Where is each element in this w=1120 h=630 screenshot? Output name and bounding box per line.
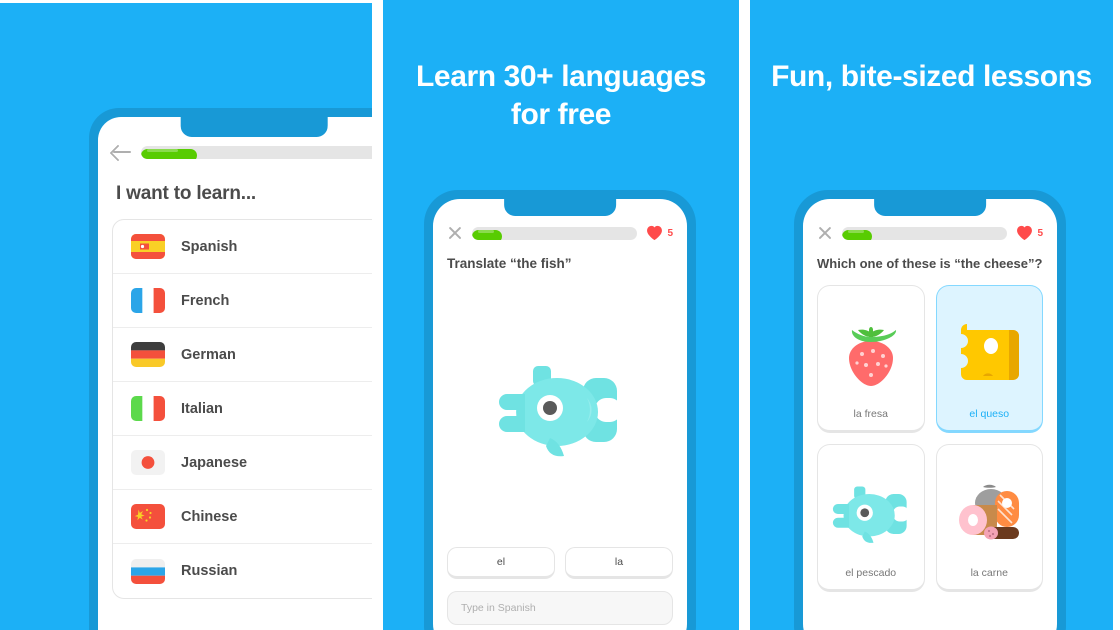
phone-screen-3: 5 Which one of these is “the cheese”? la… <box>803 199 1057 630</box>
screenshot-panel-multiple-choice: Fun, bite-sized lessons 5 Which one of t… <box>750 0 1113 630</box>
close-x-icon[interactable] <box>817 225 833 241</box>
heart-icon <box>1017 225 1033 241</box>
fish-illustration <box>829 461 913 567</box>
page-title: I want to learn... <box>116 183 256 204</box>
progress-bar-fill <box>141 148 198 159</box>
top-edge-rule <box>0 0 372 3</box>
phone-notch <box>493 199 627 216</box>
phone-notch <box>169 117 338 137</box>
meat-illustration <box>951 461 1027 567</box>
answer-option-card[interactable]: el pescado <box>817 443 925 592</box>
flag-germany-icon <box>131 342 165 367</box>
progress-bar <box>472 226 638 240</box>
hearts-indicator: 5 <box>1016 225 1043 241</box>
answer-option-card[interactable]: la carne <box>935 443 1043 592</box>
fish-illustration <box>499 366 621 457</box>
cheese-illustration <box>953 302 1025 408</box>
screenshot-panel-translate: Learn 30+ languages for free 5 Translate… <box>383 0 739 630</box>
word-bank: el la <box>433 547 687 579</box>
language-name: Italian <box>181 400 223 417</box>
phone-screen-2: 5 Translate “the fish” el la Type in Spa… <box>433 199 687 630</box>
language-name: German <box>181 346 236 363</box>
exercise-prompt: Which one of these is “the cheese”? <box>817 256 1043 271</box>
answer-input[interactable]: Type in Spanish <box>447 591 673 625</box>
phone-frame-1: I want to learn... Spanish French German It… <box>89 108 372 630</box>
language-list: Spanish French German Italian Japanese Chines… <box>112 219 372 599</box>
progress-bar-fill <box>472 229 502 240</box>
close-x-icon[interactable] <box>447 225 463 241</box>
language-list-item[interactable]: French <box>113 274 372 328</box>
phone-frame-3: 5 Which one of these is “the cheese”? la… <box>794 190 1066 630</box>
language-name: Japanese <box>181 454 248 471</box>
bottom-spacer <box>433 625 687 630</box>
hearts-count: 5 <box>667 227 673 239</box>
language-list-item[interactable]: Russian <box>113 544 372 598</box>
language-name: Chinese <box>181 508 238 525</box>
screenshot-panel-language-picker: I want to learn... Spanish French German It… <box>0 0 372 630</box>
heart-icon <box>647 225 663 241</box>
answer-option-label: el pescado <box>845 566 897 579</box>
language-name: Russian <box>181 563 238 579</box>
language-list-item[interactable]: Italian <box>113 382 372 436</box>
language-list-item[interactable]: Japanese <box>113 436 372 490</box>
language-list-item[interactable]: German <box>113 328 372 382</box>
flag-russia-icon <box>131 558 165 584</box>
exercise-prompt: Translate “the fish” <box>447 256 572 271</box>
progress-bar <box>141 145 372 159</box>
language-list-item[interactable]: Chinese <box>113 490 372 544</box>
language-name: Spanish <box>181 238 238 255</box>
answer-option-label: la fresa <box>853 407 888 420</box>
phone-notch <box>863 199 997 216</box>
word-bank-button[interactable]: el <box>447 547 555 579</box>
progress-bar-fill <box>842 229 872 240</box>
progress-bar <box>842 226 1008 240</box>
language-name: French <box>181 292 230 309</box>
strawberry-illustration <box>840 302 902 408</box>
back-arrow-icon[interactable] <box>112 143 132 161</box>
phone-frame-2: 5 Translate “the fish” el la Type in Spa… <box>424 190 696 630</box>
hearts-count: 5 <box>1037 227 1043 239</box>
flag-china-icon <box>131 504 165 529</box>
language-list-item[interactable]: Spanish <box>113 220 372 274</box>
word-bank-button[interactable]: la <box>565 547 673 579</box>
flag-spain-icon <box>131 234 165 259</box>
flag-italy-icon <box>131 396 165 421</box>
panel-gap-2 <box>739 0 750 630</box>
flag-japan-icon <box>131 450 165 475</box>
answer-option-label: el queso <box>969 407 1010 420</box>
answer-option-label: la carne <box>970 566 1008 579</box>
app-store-screenshot-gallery: I want to learn... Spanish French German It… <box>0 0 1120 630</box>
answer-option-card[interactable]: la fresa <box>817 284 925 433</box>
option-grid: la fresa el queso el pescado la carne <box>803 273 1057 592</box>
flag-france-icon <box>131 288 165 313</box>
panel-headline: Learn 30+ languages for free <box>415 60 707 132</box>
panel-headline: Fun, bite-sized lessons <box>771 60 1092 93</box>
hearts-indicator: 5 <box>646 225 673 241</box>
answer-option-card[interactable]: el queso <box>935 284 1043 433</box>
exercise-illustration <box>433 274 687 547</box>
panel-gap-1 <box>372 0 383 630</box>
phone-screen-1: I want to learn... Spanish French German It… <box>98 117 372 630</box>
